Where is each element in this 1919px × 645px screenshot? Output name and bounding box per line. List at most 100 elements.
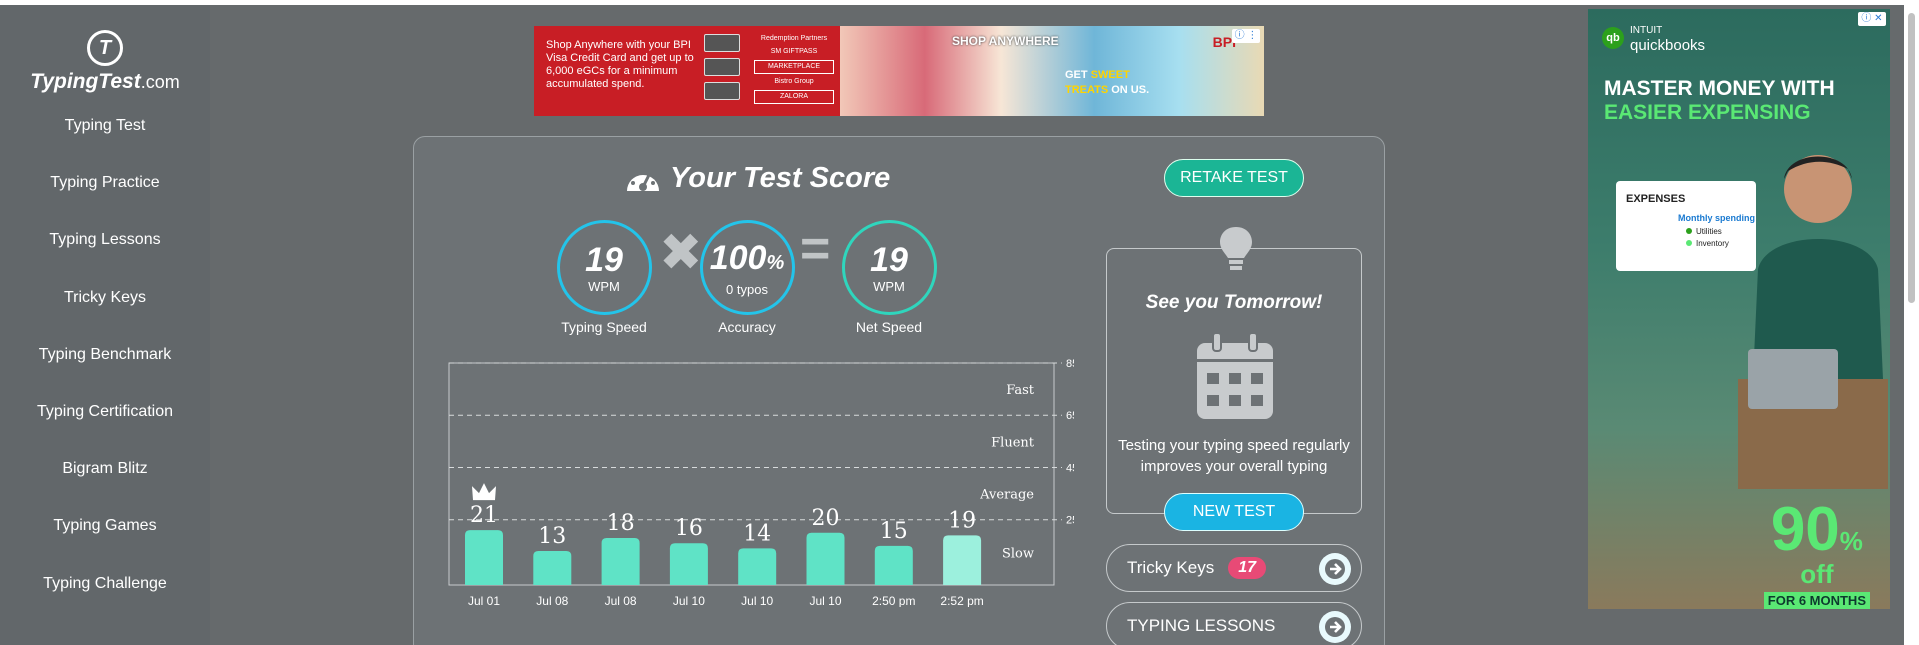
sidebar-item-typing-benchmark[interactable]: Typing Benchmark	[0, 346, 210, 403]
ad-partners: Redemption Partners SM GIFTPASS MARKETPL…	[754, 34, 834, 107]
sidebar: T TypingTest.com Typing Test Typing Prac…	[0, 5, 210, 645]
net-speed-circle: 19 WPM	[841, 220, 937, 315]
equals-icon: =	[800, 220, 831, 278]
chart-bar	[874, 545, 913, 585]
lightbulb-icon	[1220, 227, 1252, 270]
typing-speed-caption: Typing Speed	[561, 319, 647, 335]
sidebar-item-typing-lessons[interactable]: Typing Lessons	[0, 231, 210, 288]
band-label: Fluent	[991, 435, 1035, 450]
expenses-row-utilities: Utilities	[1686, 227, 1722, 236]
top-edge	[0, 0, 1919, 5]
sidebar-item-typing-certification[interactable]: Typing Certification	[0, 403, 210, 460]
history-chart: 25 45 65 85 Slow Average Fluent Fast 21 Jul 01 13 J…	[448, 359, 1074, 607]
chart-bar	[738, 548, 777, 585]
tip-title: See you Tomorrow!	[1145, 292, 1323, 313]
x-tick-label: Jul 08	[536, 594, 568, 607]
chart-bar	[806, 532, 845, 585]
typing-speed-unit: WPM	[588, 279, 620, 294]
typing-lessons-label: TYPING LESSONS	[1127, 616, 1276, 635]
ad-info-icon[interactable]: ⓘ ⋮	[1232, 29, 1260, 43]
logo-text: TypingTest.com	[30, 70, 180, 93]
typing-lessons-link[interactable]: TYPING LESSONS	[1106, 602, 1362, 645]
sidebar-item-typing-practice[interactable]: Typing Practice	[0, 174, 210, 231]
bar-value-label: 14	[743, 521, 771, 546]
typing-speed-metric: 19 WPM Typing Speed	[544, 220, 664, 335]
bar-value-label: 13	[538, 524, 566, 549]
accuracy-circle: 100% 0 typos	[699, 220, 795, 315]
retake-test-button[interactable]: RETAKE TEST	[1164, 159, 1304, 197]
sidebar-nav: Typing Test Typing Practice Typing Lesso…	[0, 117, 210, 632]
net-speed-metric: 19 WPM Net Speed	[829, 220, 949, 335]
ad-person-image	[1738, 155, 1888, 489]
new-test-button[interactable]: NEW TEST	[1164, 493, 1304, 531]
chart-bar	[533, 551, 572, 585]
threshold-tick-label: 65	[1066, 410, 1074, 422]
ad-photo: SHOP ANYWHERE GET SWEET TREATS ON US. BPI…	[840, 26, 1264, 116]
tip-text: Testing your typing speed regularly impr…	[1118, 437, 1350, 475]
sidebar-item-bigram-blitz[interactable]: Bigram Blitz	[0, 460, 210, 517]
net-speed-caption: Net Speed	[855, 319, 923, 335]
sidebar-item-typing-challenge[interactable]: Typing Challenge	[0, 575, 210, 632]
bar-value-label: 20	[812, 506, 840, 531]
net-speed-value: 19	[870, 241, 908, 279]
calendar-icon	[1197, 332, 1273, 419]
partners-title: Redemption Partners	[760, 35, 828, 42]
ad-headline: MASTER MONEY WITH EASIER EXPENSING	[1604, 77, 1835, 124]
ad-copy: Shop Anywhere with your BPI Visa Credit …	[546, 39, 694, 90]
accuracy-metric: 100% 0 typos Accuracy	[687, 220, 807, 335]
score-panel: Your Test Score RETAKE TEST 19 WPM Typin…	[413, 136, 1385, 645]
bar-value-label: 21	[470, 503, 498, 528]
partner-1: SM GIFTPASS	[770, 48, 818, 55]
expenses-card-title: EXPENSES	[1626, 193, 1686, 205]
sidebar-item-typing-games[interactable]: Typing Games	[0, 517, 210, 574]
chart-bar	[601, 537, 640, 585]
page-scrollbar[interactable]	[1904, 5, 1919, 645]
tricky-keys-link[interactable]: Tricky Keys 17	[1106, 544, 1362, 592]
speedometer-icon	[627, 168, 659, 191]
x-tick-label: Jul 01	[468, 594, 500, 607]
sidebar-item-typing-test[interactable]: Typing Test	[0, 117, 210, 174]
ad-sweet-text: GET SWEET TREATS ON US.	[1065, 69, 1150, 96]
x-tick-label: Jul 08	[605, 594, 637, 607]
chart-bar	[465, 530, 503, 585]
threshold-tick-label: 25	[1066, 515, 1074, 527]
right-sidebar-ad[interactable]: qb INTUIT quickbooks ⓘ ✕ MASTER MONEY WIT…	[1588, 9, 1890, 609]
partner-3: Bistro Group	[774, 78, 814, 85]
typing-speed-value: 19	[585, 241, 623, 279]
x-tick-label: Jul 10	[809, 594, 841, 607]
ad-shop-text: SHOP ANYWHERE	[952, 34, 1059, 48]
partner-4: ZALORA	[754, 90, 834, 104]
bar-value-label: 19	[948, 508, 976, 533]
arrow-right-icon[interactable]	[1319, 611, 1351, 643]
quickbooks-logo-icon: qb	[1602, 27, 1624, 49]
bar-value-label: 16	[675, 516, 703, 541]
tricky-keys-badge: 17	[1228, 557, 1267, 579]
sidebar-item-tricky-keys[interactable]: Tricky Keys	[0, 289, 210, 346]
tricky-keys-label: Tricky Keys	[1127, 558, 1215, 577]
accuracy-caption: Accuracy	[718, 319, 776, 335]
quickbooks-logo: qb INTUIT quickbooks	[1602, 23, 1705, 53]
scrollbar-thumb[interactable]	[1908, 13, 1915, 303]
accuracy-typos: 0 typos	[726, 281, 768, 297]
x-tick-label: Jul 10	[741, 594, 773, 607]
arrow-right-icon[interactable]	[1319, 553, 1351, 585]
band-label: Slow	[1002, 546, 1034, 561]
typing-speed-circle: 19 WPM	[556, 220, 652, 315]
band-label: Average	[979, 488, 1034, 503]
bar-value-label: 15	[880, 519, 908, 544]
ad-offer: 90% off FOR 6 MONTHS	[1763, 499, 1870, 609]
x-tick-label: 2:50 pm	[872, 594, 915, 607]
site-logo[interactable]: T TypingTest.com	[0, 30, 210, 94]
credit-cards-image	[704, 34, 744, 106]
top-banner-ad[interactable]: Shop Anywhere with your BPI Visa Credit …	[534, 26, 1264, 116]
expenses-row-inventory: Inventory	[1686, 239, 1729, 248]
partner-2: MARKETPLACE	[754, 60, 834, 74]
x-tick-label: 2:52 pm	[940, 594, 983, 607]
threshold-tick-label: 45	[1066, 462, 1074, 474]
chart-bar	[943, 535, 982, 585]
crown-icon	[472, 483, 496, 501]
expenses-card: EXPENSES Monthly spending Utilities Inve…	[1616, 181, 1756, 271]
accuracy-value: 100%	[709, 238, 785, 277]
ad-info-icon[interactable]: ⓘ ✕	[1858, 12, 1886, 26]
tips-box: See you Tomorrow! Testing your typing sp…	[1106, 227, 1362, 514]
